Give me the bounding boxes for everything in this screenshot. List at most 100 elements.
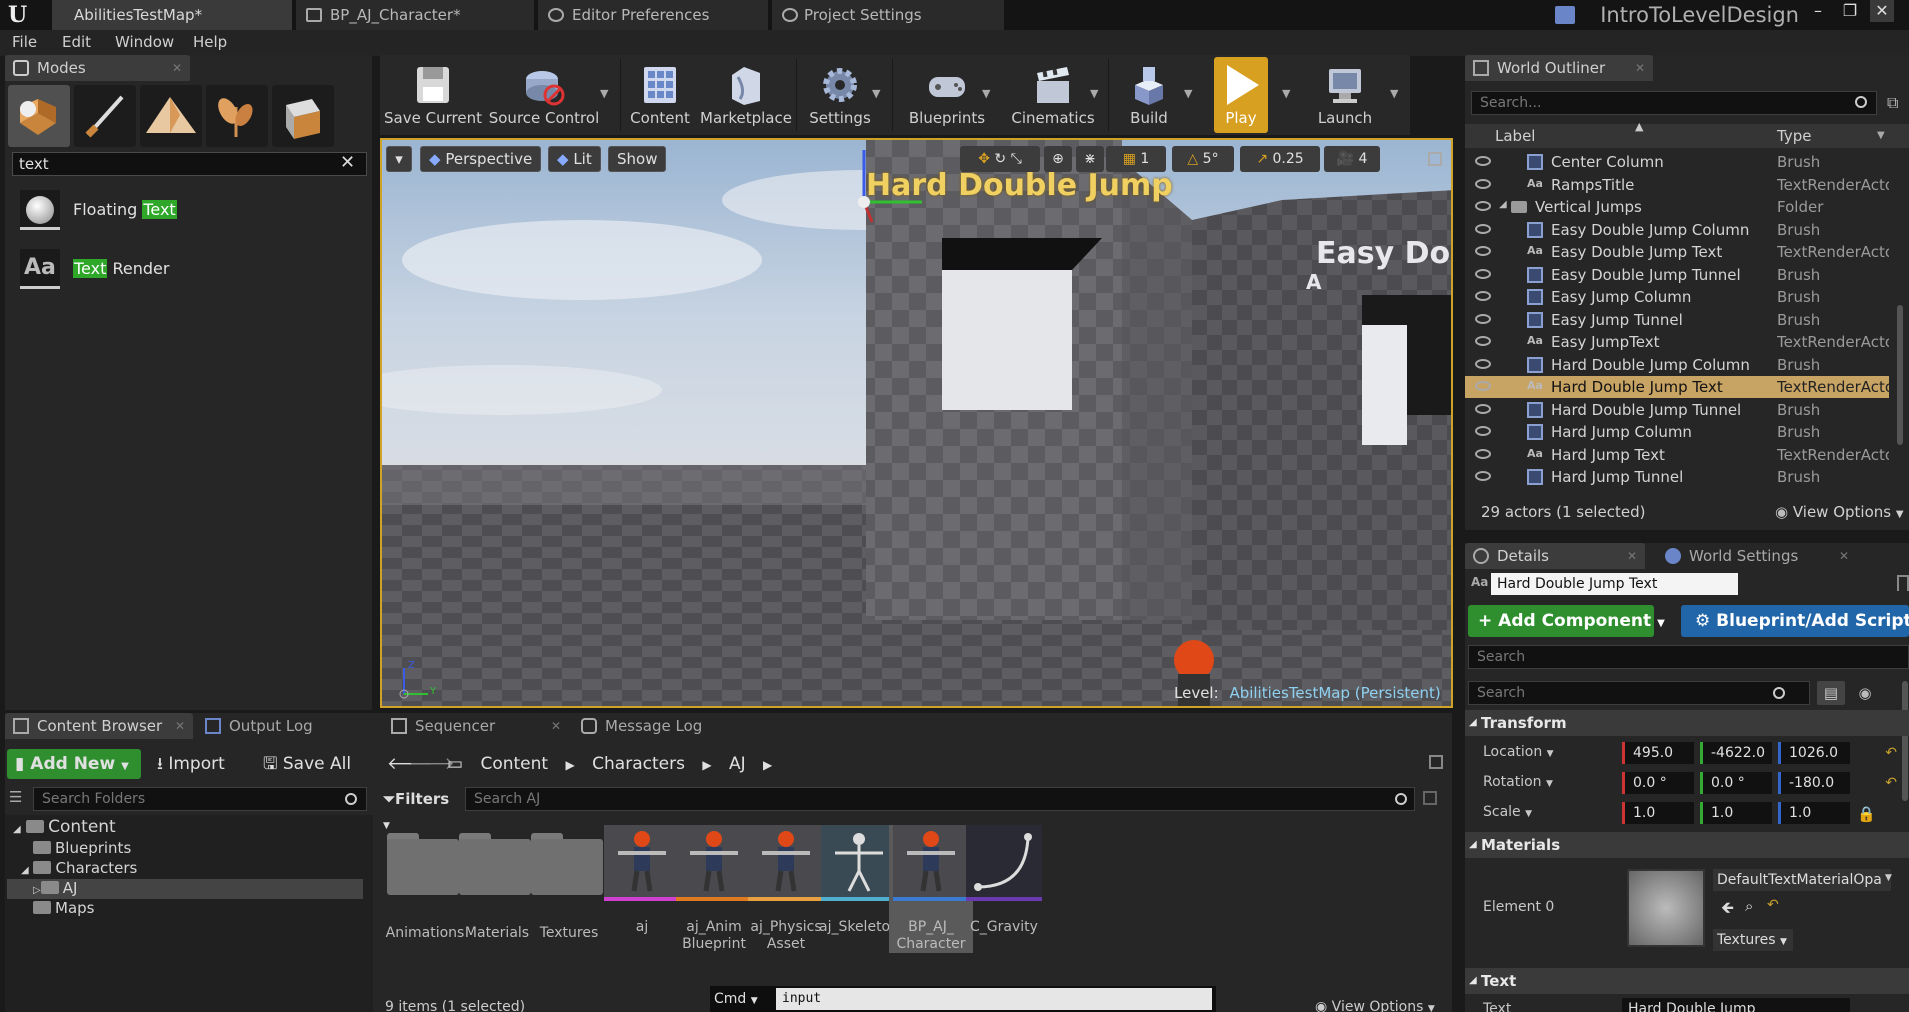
scale-icon[interactable]: ⤡	[1011, 151, 1022, 167]
foliage-mode-button[interactable]	[206, 85, 268, 147]
perspective-button[interactable]: ◆ Perspective	[420, 146, 542, 172]
add-component-button[interactable]: + Add Component ▼	[1468, 605, 1665, 637]
clear-search-icon[interactable]: ✕	[340, 152, 355, 173]
scale-snap-group[interactable]: ↗ 0.25	[1240, 146, 1320, 172]
tree-item-maps[interactable]: Maps	[33, 899, 94, 917]
rotation-snap-group[interactable]: △ 5°	[1172, 146, 1234, 172]
outliner-row[interactable]: Easy Double Jump Column Brush	[1465, 219, 1889, 241]
asset-tile[interactable]: aj_Physics Asset	[744, 825, 828, 953]
grid-snap-group[interactable]: ▦ 1	[1106, 146, 1166, 172]
details-scrollbar[interactable]	[1902, 681, 1908, 801]
settings-button[interactable]: Settings	[800, 57, 880, 133]
visibility-eye-icon[interactable]	[1475, 268, 1491, 279]
tree-item-blueprints[interactable]: Blueprints	[33, 839, 131, 857]
modes-search-input[interactable]: text	[12, 152, 367, 176]
doc-tab-bp-aj-character[interactable]: BP_AJ_Character*	[296, 0, 534, 30]
landscape-mode-button[interactable]	[140, 85, 202, 147]
outliner-row[interactable]: Easy Jump Tunnel Brush	[1465, 309, 1889, 331]
close-tab-icon[interactable]: ✕	[1627, 543, 1637, 569]
outliner-row[interactable]: Aa RampsTitle TextRenderActor	[1465, 174, 1889, 196]
column-type-header[interactable]: Type	[1777, 127, 1811, 145]
text-category[interactable]: ◢ Text	[1465, 968, 1909, 994]
reset-rotation-icon[interactable]: ↶	[1885, 775, 1897, 791]
tab-output-log[interactable]: Output Log	[197, 713, 373, 739]
actor-name-field[interactable]: Hard Double Jump Text	[1491, 573, 1738, 595]
close-tab-icon[interactable]: ✕	[172, 55, 182, 81]
search-folders-input[interactable]: Search Folders	[33, 787, 367, 811]
tree-item-characters[interactable]: ◢ Characters	[21, 859, 137, 877]
paint-mode-button[interactable]	[74, 85, 136, 147]
tab-details[interactable]: Details ✕	[1465, 543, 1645, 569]
source-control-dropdown-icon[interactable]: ▼	[600, 87, 614, 101]
outliner-search-input[interactable]: Search...	[1471, 91, 1877, 115]
console-input[interactable]: input	[776, 988, 1212, 1010]
show-button[interactable]: Show	[608, 146, 667, 172]
menu-file[interactable]: File	[12, 33, 37, 51]
doc-tab-editor-preferences[interactable]: Editor Preferences	[538, 0, 768, 30]
lock-icon[interactable]	[1897, 575, 1909, 591]
rotation-z-field[interactable]: -180.0	[1778, 772, 1850, 794]
add-new-button[interactable]: ▮ Add New ▼	[7, 749, 141, 779]
menu-window[interactable]: Window	[115, 33, 174, 51]
build-dropdown-icon[interactable]: ▼	[1184, 87, 1198, 101]
outliner-row[interactable]: Easy Double Jump Tunnel Brush	[1465, 264, 1889, 286]
translate-icon[interactable]: ✥	[978, 151, 990, 167]
outliner-row[interactable]: Easy Jump Column Brush	[1465, 286, 1889, 308]
viewport-options-button[interactable]: ▾	[386, 146, 412, 172]
restore-button[interactable]: ❐	[1838, 0, 1862, 22]
marketplace-button[interactable]: Marketplace	[698, 57, 794, 133]
menu-help[interactable]: Help	[193, 33, 227, 51]
outliner-row[interactable]: Hard Double Jump Column Brush	[1465, 354, 1889, 376]
save-current-button[interactable]: Save Current	[380, 57, 486, 133]
reset-material-icon[interactable]: ↶	[1767, 897, 1779, 913]
tab-world-settings[interactable]: World Settings ✕	[1657, 543, 1857, 569]
save-all-button[interactable]: 🖫 Save All	[263, 749, 351, 779]
maximize-viewport-icon[interactable]	[1428, 152, 1442, 166]
world-local-icon[interactable]: ⊕	[1044, 146, 1072, 172]
content-view-options-button[interactable]: ◉ View Options ▼	[1315, 999, 1435, 1012]
minimize-button[interactable]: –	[1806, 0, 1830, 22]
outliner-row[interactable]: Aa Hard Jump Text TextRenderActor	[1465, 444, 1889, 466]
close-tab-icon[interactable]: ✕	[1635, 55, 1645, 81]
material-thumbnail[interactable]	[1627, 869, 1705, 947]
toggle-sources-icon[interactable]: ☰	[9, 788, 25, 806]
location-y-field[interactable]: -4622.0	[1700, 742, 1772, 764]
visibility-eye-icon[interactable]	[1475, 223, 1491, 234]
launch-dropdown-icon[interactable]: ▼	[1390, 87, 1404, 101]
location-label[interactable]: Location ▼	[1483, 744, 1554, 760]
scale-y-field[interactable]: 1.0	[1700, 802, 1772, 824]
scene-text-hard-double-jump[interactable]: Hard Double Jump	[866, 168, 1173, 203]
build-button[interactable]: Build	[1112, 57, 1186, 133]
level-viewport[interactable]: Hard Double Jump Easy Do A ▾ ◆ Perspecti…	[380, 138, 1453, 708]
location-x-field[interactable]: 495.0	[1622, 742, 1694, 764]
textures-dropdown[interactable]: Textures ▼	[1713, 929, 1793, 951]
tree-item-aj[interactable]: ▷ AJ	[33, 879, 77, 897]
import-button[interactable]: ⭳ Import	[157, 749, 225, 779]
visibility-eye-icon[interactable]	[1475, 471, 1491, 481]
add-filter-icon[interactable]: ⧉	[1887, 93, 1905, 112]
visibility-eye-icon[interactable]	[1475, 358, 1491, 369]
scale-z-field[interactable]: 1.0	[1778, 802, 1850, 824]
asset-tile[interactable]: C_Gravity	[962, 825, 1046, 953]
material-dropdown-icon[interactable]: ▼	[1885, 873, 1892, 883]
asset-tile[interactable]: Textures	[527, 825, 611, 953]
close-tab-icon[interactable]: ✕	[175, 713, 185, 739]
outliner-scrollbar[interactable]	[1897, 305, 1903, 445]
source-control-button[interactable]: Source Control	[488, 57, 600, 133]
place-mode-button[interactable]	[8, 85, 70, 147]
play-dropdown-icon[interactable]: ▼	[1282, 87, 1296, 101]
visibility-eye-icon[interactable]	[1475, 426, 1491, 436]
browse-icon[interactable]: ⌕	[1745, 897, 1753, 915]
asset-tile[interactable]: BP_AJ_ Character	[889, 825, 973, 953]
place-item-text-render[interactable]: Aa Text Render	[13, 244, 368, 296]
outliner-row[interactable]: Hard Jump Tunnel Brush	[1465, 466, 1889, 488]
camera-speed-group[interactable]: 🎥 4	[1324, 146, 1380, 172]
scene-text-easy-double-jump[interactable]: Easy Do	[1316, 236, 1450, 271]
scale-label[interactable]: Scale ▼	[1483, 804, 1532, 820]
surface-snap-icon[interactable]: ⋇	[1076, 146, 1104, 172]
outliner-row[interactable]: Hard Jump Column Brush	[1465, 421, 1889, 443]
outliner-row[interactable]: Aa Easy JumpText TextRenderActor	[1465, 331, 1889, 353]
rotation-x-field[interactable]: 0.0 °	[1622, 772, 1694, 794]
blueprint-add-script-button[interactable]: ⚙ Blueprint/Add Script	[1681, 605, 1909, 637]
content-button[interactable]: Content	[624, 57, 696, 133]
